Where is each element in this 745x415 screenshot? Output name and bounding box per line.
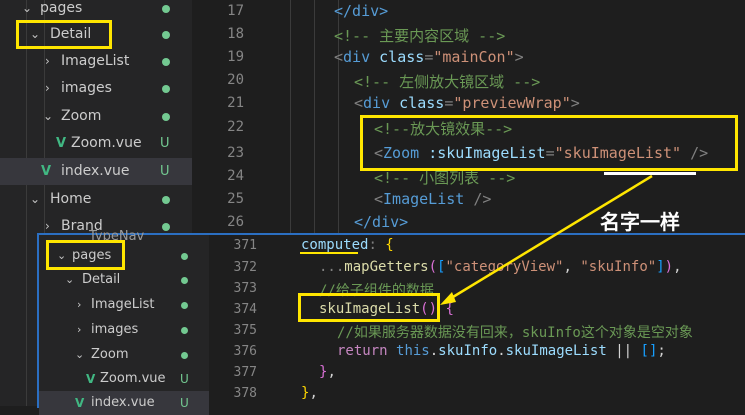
annotation-label: 名字一样 bbox=[600, 210, 680, 234]
pointer-arrow bbox=[440, 174, 653, 305]
